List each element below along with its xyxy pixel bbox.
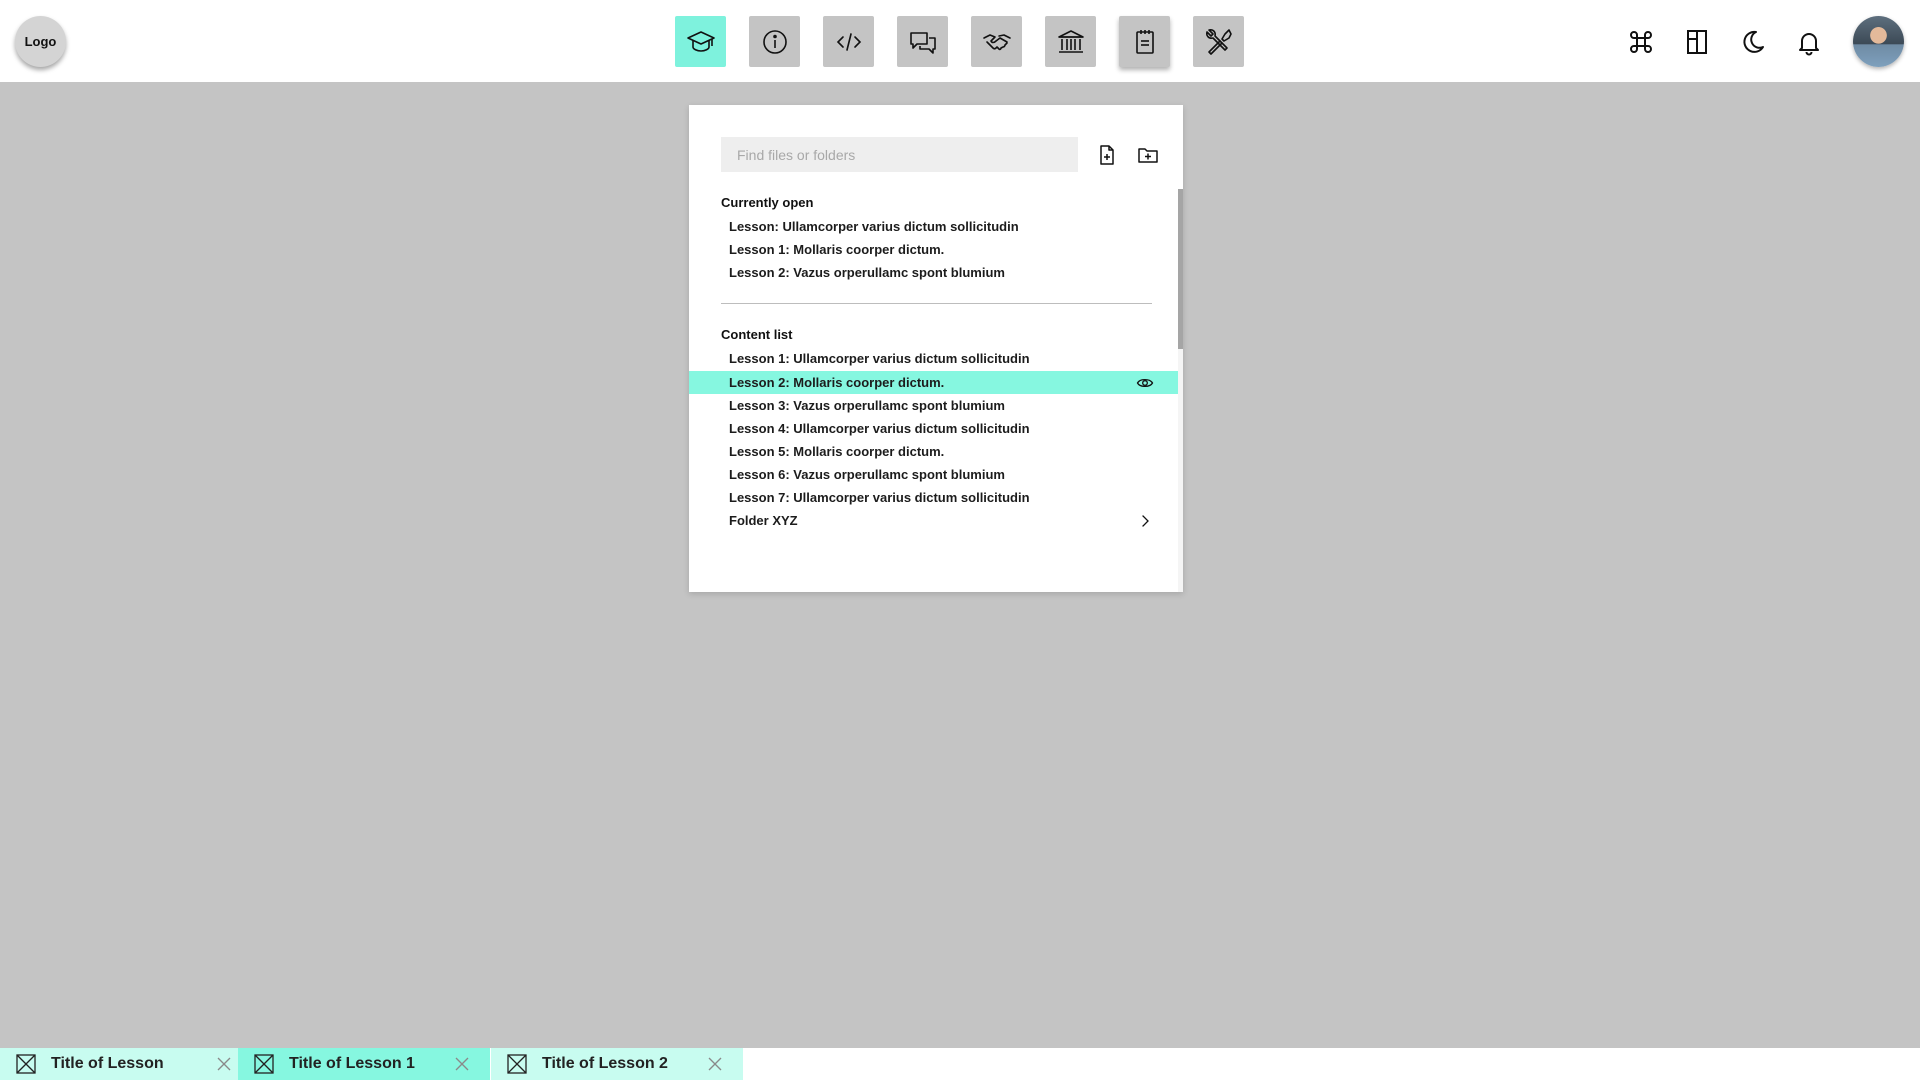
toolbar — [675, 16, 1267, 67]
currently-open-heading: Currently open — [721, 195, 814, 210]
top-bar: Logo — [0, 0, 1920, 82]
lesson-tab[interactable]: Title of Lesson 2 — [491, 1048, 743, 1080]
folder-item-label: Folder XYZ — [729, 513, 798, 528]
close-tab-button[interactable] — [454, 1056, 470, 1072]
avatar[interactable] — [1853, 16, 1904, 67]
institution-tool-button[interactable] — [1045, 16, 1096, 67]
open-item-label: Lesson 2: Vazus orperullamc spont blumiu… — [729, 265, 1005, 280]
institution-icon — [1057, 29, 1084, 53]
content-list-item-selected[interactable]: Lesson 2: Mollaris coorper dictum. — [689, 371, 1178, 394]
content-list-item[interactable]: Lesson 7: Ullamcorper varius dictum soll… — [689, 486, 1178, 509]
content-list-item[interactable]: Lesson 6: Vazus orperullamc spont blumiu… — [689, 463, 1178, 486]
chat-tool-button[interactable] — [897, 16, 948, 67]
content-list-item[interactable]: Lesson 5: Mollaris coorper dictum. — [689, 440, 1178, 463]
open-item[interactable]: Lesson 1: Mollaris coorper dictum. — [689, 238, 1178, 261]
scrollbar[interactable] — [1178, 189, 1183, 592]
open-item[interactable]: Lesson 2: Vazus orperullamc spont blumiu… — [689, 261, 1178, 284]
handshake-icon — [982, 33, 1011, 50]
tab-title: Title of Lesson 2 — [542, 1055, 668, 1072]
content-list-item[interactable]: Lesson 3: Vazus orperullamc spont blumiu… — [689, 394, 1178, 417]
new-folder-icon — [1138, 148, 1158, 163]
lesson-tab-active[interactable]: Title of Lesson 1 — [238, 1048, 490, 1080]
content-list-item-label: Lesson 3: Vazus orperullamc spont blumiu… — [729, 398, 1005, 413]
layout-icon — [1687, 29, 1707, 54]
section-divider — [721, 303, 1152, 304]
close-tab-button[interactable] — [216, 1056, 232, 1072]
content-list-item-label: Lesson 7: Ullamcorper varius dictum soll… — [729, 490, 1030, 505]
open-item[interactable]: Lesson: Ullamcorper varius dictum sollic… — [689, 215, 1178, 238]
close-tab-button[interactable] — [707, 1056, 723, 1072]
content-list-item[interactable]: Lesson 4: Ullamcorper varius dictum soll… — [689, 417, 1178, 440]
graduation-cap-icon — [686, 30, 715, 52]
notepad-icon — [1135, 29, 1154, 54]
content-list-item-label: Lesson 5: Mollaris coorper dictum. — [729, 444, 945, 459]
image-placeholder-icon — [16, 1054, 36, 1074]
new-file-icon — [1100, 145, 1114, 165]
code-icon — [836, 32, 861, 51]
notifications-button[interactable] — [1791, 24, 1827, 60]
tools-tool-button[interactable] — [1193, 16, 1244, 67]
content-list-item-label: Lesson 1: Ullamcorper varius dictum soll… — [729, 351, 1030, 366]
new-file-button[interactable] — [1094, 142, 1120, 168]
expand-folder-button[interactable] — [1136, 512, 1154, 530]
info-tool-button[interactable] — [749, 16, 800, 67]
chat-icon — [909, 31, 936, 54]
eye-icon — [1136, 378, 1154, 388]
learning-tool-button[interactable] — [675, 16, 726, 67]
image-placeholder-icon — [507, 1054, 527, 1074]
notes-tool-button[interactable] — [1119, 16, 1170, 67]
layout-button[interactable] — [1679, 24, 1715, 60]
content-list-item-label: Lesson 6: Vazus orperullamc spont blumiu… — [729, 467, 1005, 482]
dark-mode-button[interactable] — [1735, 24, 1771, 60]
info-icon — [762, 29, 787, 54]
dark-mode-icon — [1743, 30, 1764, 53]
content-list-item[interactable]: Lesson 1: Ullamcorper varius dictum soll… — [689, 347, 1178, 370]
close-icon — [455, 1057, 469, 1071]
command-button[interactable] — [1623, 24, 1659, 60]
close-icon — [708, 1057, 722, 1071]
open-item-label: Lesson: Ullamcorper varius dictum sollic… — [729, 219, 1019, 234]
preview-button[interactable] — [1136, 374, 1154, 392]
image-placeholder-icon — [254, 1054, 274, 1074]
file-browser-panel: Currently open Lesson: Ullamcorper variu… — [689, 105, 1183, 592]
content-list-item-label: Lesson 4: Ullamcorper varius dictum soll… — [729, 421, 1030, 436]
close-icon — [217, 1057, 231, 1071]
header-actions — [1623, 16, 1920, 67]
partnership-tool-button[interactable] — [971, 16, 1022, 67]
tools-icon — [1205, 28, 1232, 55]
chevron-right-icon — [1142, 515, 1149, 527]
bell-icon — [1799, 32, 1819, 55]
scrollbar-thumb[interactable] — [1178, 189, 1183, 349]
tab-title: Title of Lesson 1 — [289, 1055, 415, 1072]
tab-title: Title of Lesson — [51, 1055, 164, 1072]
content-list-heading: Content list — [721, 327, 793, 342]
new-folder-button[interactable] — [1135, 142, 1161, 168]
logo[interactable]: Logo — [15, 16, 66, 67]
code-tool-button[interactable] — [823, 16, 874, 67]
tab-bar: Title of Lesson Title of Lesson 1 Title … — [0, 1048, 1920, 1080]
open-item-label: Lesson 1: Mollaris coorper dictum. — [729, 242, 945, 257]
content-list-item-label: Lesson 2: Mollaris coorper dictum. — [729, 375, 945, 390]
command-icon — [1630, 30, 1652, 53]
folder-item[interactable]: Folder XYZ — [689, 509, 1178, 532]
search-input[interactable] — [721, 137, 1078, 172]
lesson-tab[interactable]: Title of Lesson — [0, 1048, 252, 1080]
